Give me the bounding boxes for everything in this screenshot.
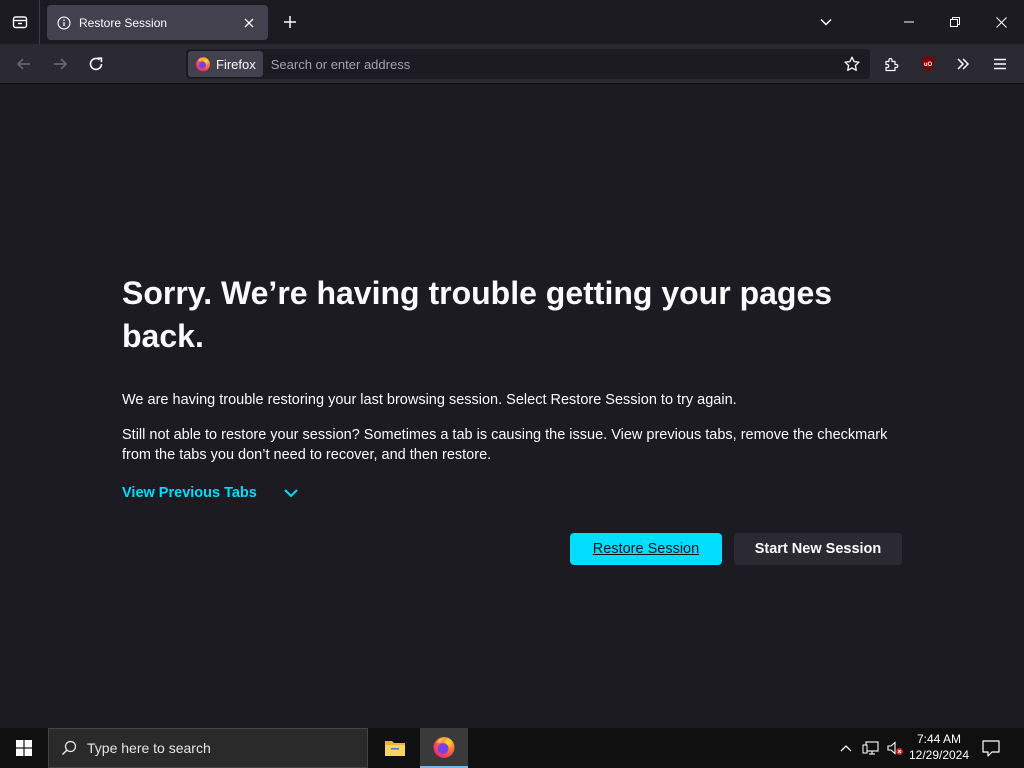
volume-muted-icon[interactable] [886,739,904,757]
browser-window: Restore Session Firefox Search or enter … [0,0,1024,728]
ublock-icon: uO [921,56,935,72]
folder-icon [385,741,405,756]
list-all-tabs-icon [12,16,27,29]
tab-restore-session[interactable]: Restore Session [47,5,268,40]
app-menu-button[interactable] [986,50,1014,78]
forward-button[interactable] [46,50,74,78]
bookmark-button[interactable] [842,54,862,74]
back-button[interactable] [10,50,38,78]
notification-icon[interactable] [980,738,1002,758]
error-description: We are having trouble restoring your las… [122,392,737,408]
firefox-logo-icon [433,736,455,758]
reload-button[interactable] [82,50,110,78]
view-previous-tabs-label: View Previous Tabs [122,485,257,501]
hamburger-menu-icon [994,58,1006,70]
firefox-taskbar-button[interactable] [420,728,468,768]
close-icon [995,16,1007,28]
reload-icon [89,57,103,71]
overflow-menu-button[interactable] [949,50,977,78]
minimize-button[interactable] [886,0,932,44]
restore-session-button[interactable]: Restore Session [570,533,722,565]
tab-title: Restore Session [79,15,168,30]
tab-close-button[interactable] [240,14,258,32]
address-input[interactable] [262,51,870,77]
extensions-button[interactable] [878,50,906,78]
taskbar: Type here to search 7:44 AM 12/29/2024 [0,728,1024,768]
file-explorer-taskbar-button[interactable] [371,728,419,768]
clock-date: 12/29/2024 [908,748,970,762]
show-hidden-icons-button[interactable] [838,740,854,756]
close-window-button[interactable] [978,0,1024,44]
double-chevron-icon [957,58,970,70]
chevron-down-icon [284,489,298,498]
page-content: Sorry. We’re having trouble getting your… [0,85,1024,728]
back-arrow-icon [16,58,30,70]
ublock-origin-button[interactable]: uO [914,50,942,78]
windows-logo-icon [16,740,32,756]
taskbar-search-placeholder: Type here to search [87,740,211,756]
taskbar-search-box[interactable]: Type here to search [48,728,368,768]
network-icon[interactable] [862,739,880,757]
restore-window-button[interactable] [932,0,978,44]
error-suggestion: Still not able to restore your session? … [122,427,888,463]
minimize-icon [904,21,914,23]
page-title: Sorry. We’re having trouble getting your… [122,275,833,354]
navigation-toolbar: Firefox uO [0,44,1024,84]
url-bar[interactable]: Firefox [186,49,870,79]
firefox-logo-icon [196,57,210,72]
new-tab-button[interactable] [278,10,302,34]
svg-text:uO: uO [924,62,933,68]
tabs-dropdown-button[interactable] [814,10,838,34]
view-previous-tabs-toggle[interactable]: View Previous Tabs [122,485,299,501]
system-clock[interactable]: 7:44 AM 12/29/2024 [906,731,972,763]
puzzle-icon [885,57,899,72]
start-new-session-button[interactable]: Start New Session [734,533,902,565]
list-all-tabs-button[interactable] [0,0,40,44]
restore-icon [950,17,960,27]
plus-icon [284,16,296,28]
identity-box[interactable]: Firefox [188,51,263,77]
star-icon [844,56,860,71]
search-icon [61,740,77,756]
tab-strip: Restore Session [0,0,1024,44]
chevron-down-icon [820,18,832,26]
info-icon [57,15,71,30]
forward-arrow-icon [54,58,68,70]
close-icon [244,18,254,27]
clock-time: 7:44 AM [916,732,962,746]
identity-label: Firefox [216,56,256,72]
start-button[interactable] [0,728,48,768]
